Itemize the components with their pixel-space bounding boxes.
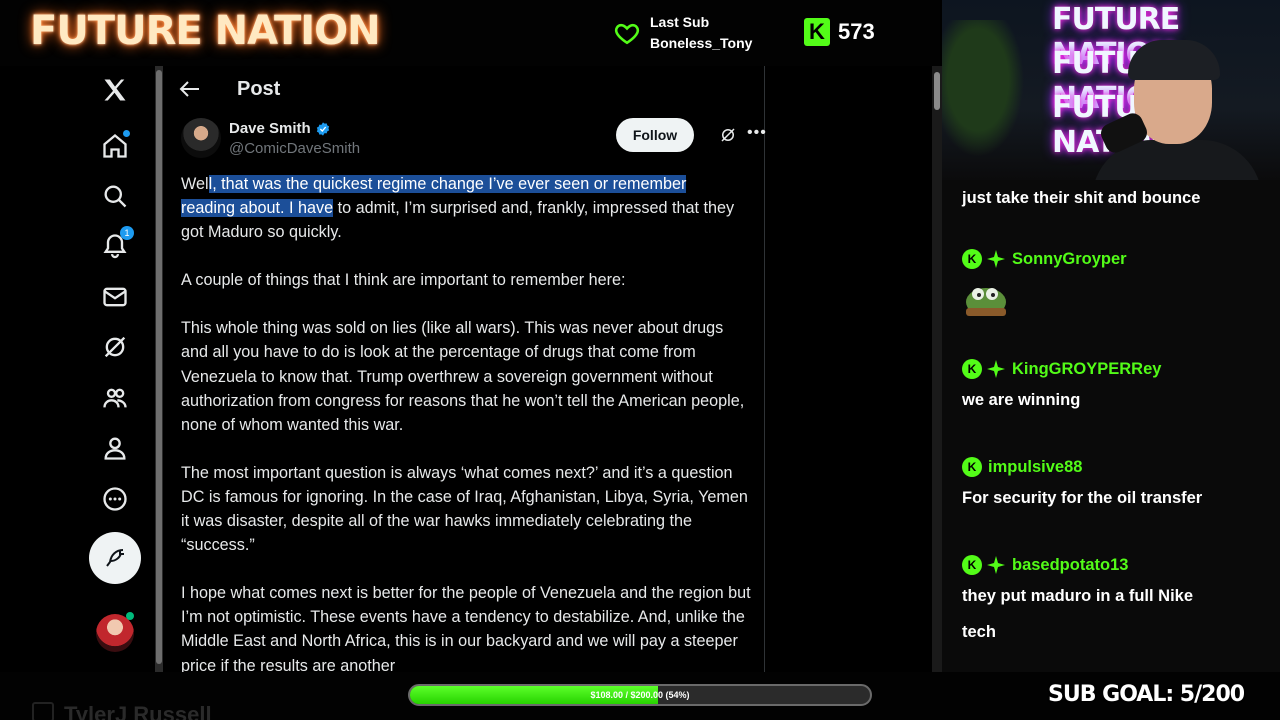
- author-name[interactable]: Dave Smith: [229, 120, 311, 137]
- home-icon[interactable]: [88, 126, 142, 166]
- more-icon[interactable]: [88, 479, 142, 519]
- author-handle[interactable]: @ComicDaveSmith: [229, 140, 360, 157]
- faded-overlay-name: TylerJ Russell: [64, 702, 212, 720]
- chat-message: just take their shit and bounce: [962, 180, 1262, 216]
- page-scrollbar[interactable]: [932, 66, 942, 672]
- verified-badge-icon: [316, 121, 329, 136]
- selected-text-1: l, that was the quickest regime change I…: [208, 175, 687, 193]
- kick-badge-icon: K: [962, 359, 982, 379]
- background-plant: [942, 20, 1032, 170]
- chat-message-text: just take their shit and bounce: [962, 189, 1201, 207]
- post-author: Dave Smith @ComicDaveSmith Follow •••: [181, 118, 766, 162]
- chat-username[interactable]: KingGROYPERRey: [1012, 360, 1161, 379]
- viewer-count: 573: [838, 19, 875, 44]
- grok-icon[interactable]: [88, 327, 142, 367]
- author-name-row[interactable]: Dave Smith: [229, 120, 331, 137]
- kick-logo-icon: K: [804, 18, 830, 46]
- paragraph-1-start: Wel: [181, 175, 209, 193]
- notifications-badge: 1: [120, 226, 134, 240]
- chat-message: K basedpotato13 they put maduro in a ful…: [962, 552, 1262, 650]
- back-arrow-icon[interactable]: [179, 80, 201, 98]
- sparkle-badge-icon: [987, 250, 1005, 268]
- chat-message: K KingGROYPERRey we are winning: [962, 356, 1262, 418]
- grok-explain-icon[interactable]: [719, 126, 737, 144]
- viewer-widget: K 573: [804, 18, 875, 46]
- explore-icon[interactable]: [88, 176, 142, 216]
- messages-icon[interactable]: [88, 277, 142, 317]
- chat-message: K impulsive88 For security for the oil t…: [962, 454, 1262, 516]
- chat-message-text: For security for the oil transfer: [962, 489, 1203, 507]
- last-sub-name: Boneless_Tony: [650, 35, 753, 51]
- notifications-icon[interactable]: 1: [88, 226, 142, 266]
- author-avatar[interactable]: [181, 118, 221, 158]
- post-paragraph-3: This whole thing was sold on lies (like …: [181, 319, 745, 434]
- brand-logo: FUTURE NATION: [30, 8, 381, 54]
- sub-goal-counter: SUB GOAL: 5/200: [1048, 682, 1245, 707]
- chat-message: K SonnyGroyper: [962, 246, 1262, 323]
- post-more-icon[interactable]: •••: [747, 124, 766, 144]
- streamer-cap: [1128, 40, 1220, 80]
- stream-top-bar: FUTURE NATION Last Sub Boneless_Tony K 5…: [0, 0, 940, 66]
- sparkle-badge-icon: [987, 556, 1005, 574]
- stream-bottom-bar: TylerJ Russell $108.00 / $200.00 (54%) S…: [0, 672, 1280, 720]
- home-notification-dot: [123, 130, 130, 137]
- faded-window-icon: [32, 702, 54, 720]
- post-paragraph-1: Well, that was the quickest regime chang…: [181, 172, 751, 244]
- chat-message-text-line-1: they put maduro in a full Nike: [962, 587, 1194, 605]
- x-browser-pane: 1 Post Dave Smith @ComicDaveSmith Follow…: [0, 66, 942, 672]
- sparkle-badge-icon: [987, 360, 1005, 378]
- post-body: Well, that was the quickest regime chang…: [181, 172, 751, 672]
- kick-badge-icon: K: [962, 457, 982, 477]
- heart-icon: [614, 23, 640, 45]
- webcam-feed: FUTURE NATION FUTURE NATION FUTURE NATIO…: [942, 0, 1280, 180]
- chat-message-text: we are winning: [962, 391, 1081, 409]
- post-column: Post Dave Smith @ComicDaveSmith Follow •…: [165, 66, 766, 672]
- communities-icon[interactable]: [88, 378, 142, 418]
- post-paragraph-2: A couple of things that I think are impo…: [181, 271, 626, 290]
- profile-icon[interactable]: [88, 428, 142, 468]
- x-sidebar-nav: 1: [88, 66, 144, 672]
- kick-badge-icon: K: [962, 555, 982, 575]
- feather-icon: [106, 549, 124, 567]
- donation-goal-text: $108.00 / $200.00 (54%): [590, 690, 690, 700]
- chat-username[interactable]: impulsive88: [988, 458, 1082, 477]
- chat-username[interactable]: basedpotato13: [1012, 556, 1128, 575]
- stream-side-panel: FUTURE NATION FUTURE NATION FUTURE NATIO…: [942, 0, 1280, 672]
- kick-badge-icon: K: [962, 249, 982, 269]
- compose-post-button[interactable]: [89, 532, 141, 584]
- pepe-emote: [966, 288, 1006, 316]
- page-title: Post: [237, 78, 281, 100]
- chat-panel: just take their shit and bounce K SonnyG…: [942, 180, 1280, 672]
- post-paragraph-4: The most important question is always ‘w…: [181, 463, 748, 555]
- last-sub-widget: Last Sub Boneless_Tony: [614, 12, 752, 54]
- last-sub-label: Last Sub: [650, 14, 710, 30]
- selected-text-2: reading about. I have: [181, 199, 334, 218]
- follow-button[interactable]: Follow: [616, 118, 694, 152]
- post-paragraph-5: I hope what comes next is better for the…: [181, 584, 751, 672]
- chat-username[interactable]: SonnyGroyper: [1012, 250, 1127, 269]
- x-logo-icon[interactable]: [88, 70, 142, 110]
- sidebar-scrollbar[interactable]: [155, 66, 163, 672]
- chat-message-text-line-2: tech: [962, 623, 996, 641]
- account-status-dot: [126, 612, 134, 620]
- donation-goal-bar: $108.00 / $200.00 (54%): [408, 684, 872, 706]
